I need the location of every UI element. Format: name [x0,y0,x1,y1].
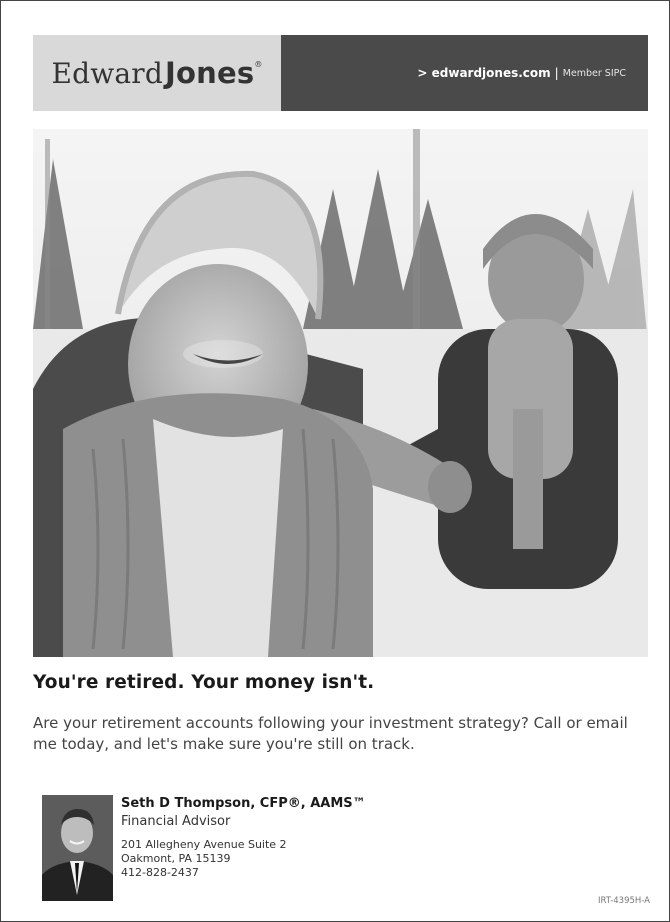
advisor-info: Seth D Thompson, CFP®, AAMS™ Financial A… [121,796,366,880]
logo-word-jones: Jones [165,56,255,90]
hero-photo [33,129,648,657]
header-banner: EdwardJones® > edwardjones.com | Member … [33,35,648,111]
phone-number[interactable]: 412-828-2437 [121,866,366,880]
address-line-1: 201 Allegheny Avenue Suite 2 [121,838,287,851]
advisor-title: Financial Advisor [121,814,231,829]
body-copy: Are your retirement accounts following y… [33,714,628,753]
document-code: IRT-4395H-A [598,896,650,906]
registered-mark: ® [254,60,263,69]
edward-jones-logo: EdwardJones® [51,56,262,90]
headline: You're retired. Your money isn't. [33,672,375,693]
website-link[interactable]: > edwardjones.com [417,66,550,80]
advisor-address: 201 Allegheny Avenue Suite 2 Oakmont, PA… [121,838,366,880]
logo-word-edward: Edward [51,57,164,90]
address-line-2: Oakmont, PA 15139 [121,852,231,865]
advisor-photo [42,795,113,901]
advisor-name: Seth D Thompson, CFP®, AAMS™ [121,796,366,811]
divider: | [554,66,559,80]
link-panel: > edwardjones.com | Member SIPC [281,35,648,111]
logo-panel: EdwardJones® [33,35,281,111]
member-sipc-text: Member SIPC [562,67,626,79]
